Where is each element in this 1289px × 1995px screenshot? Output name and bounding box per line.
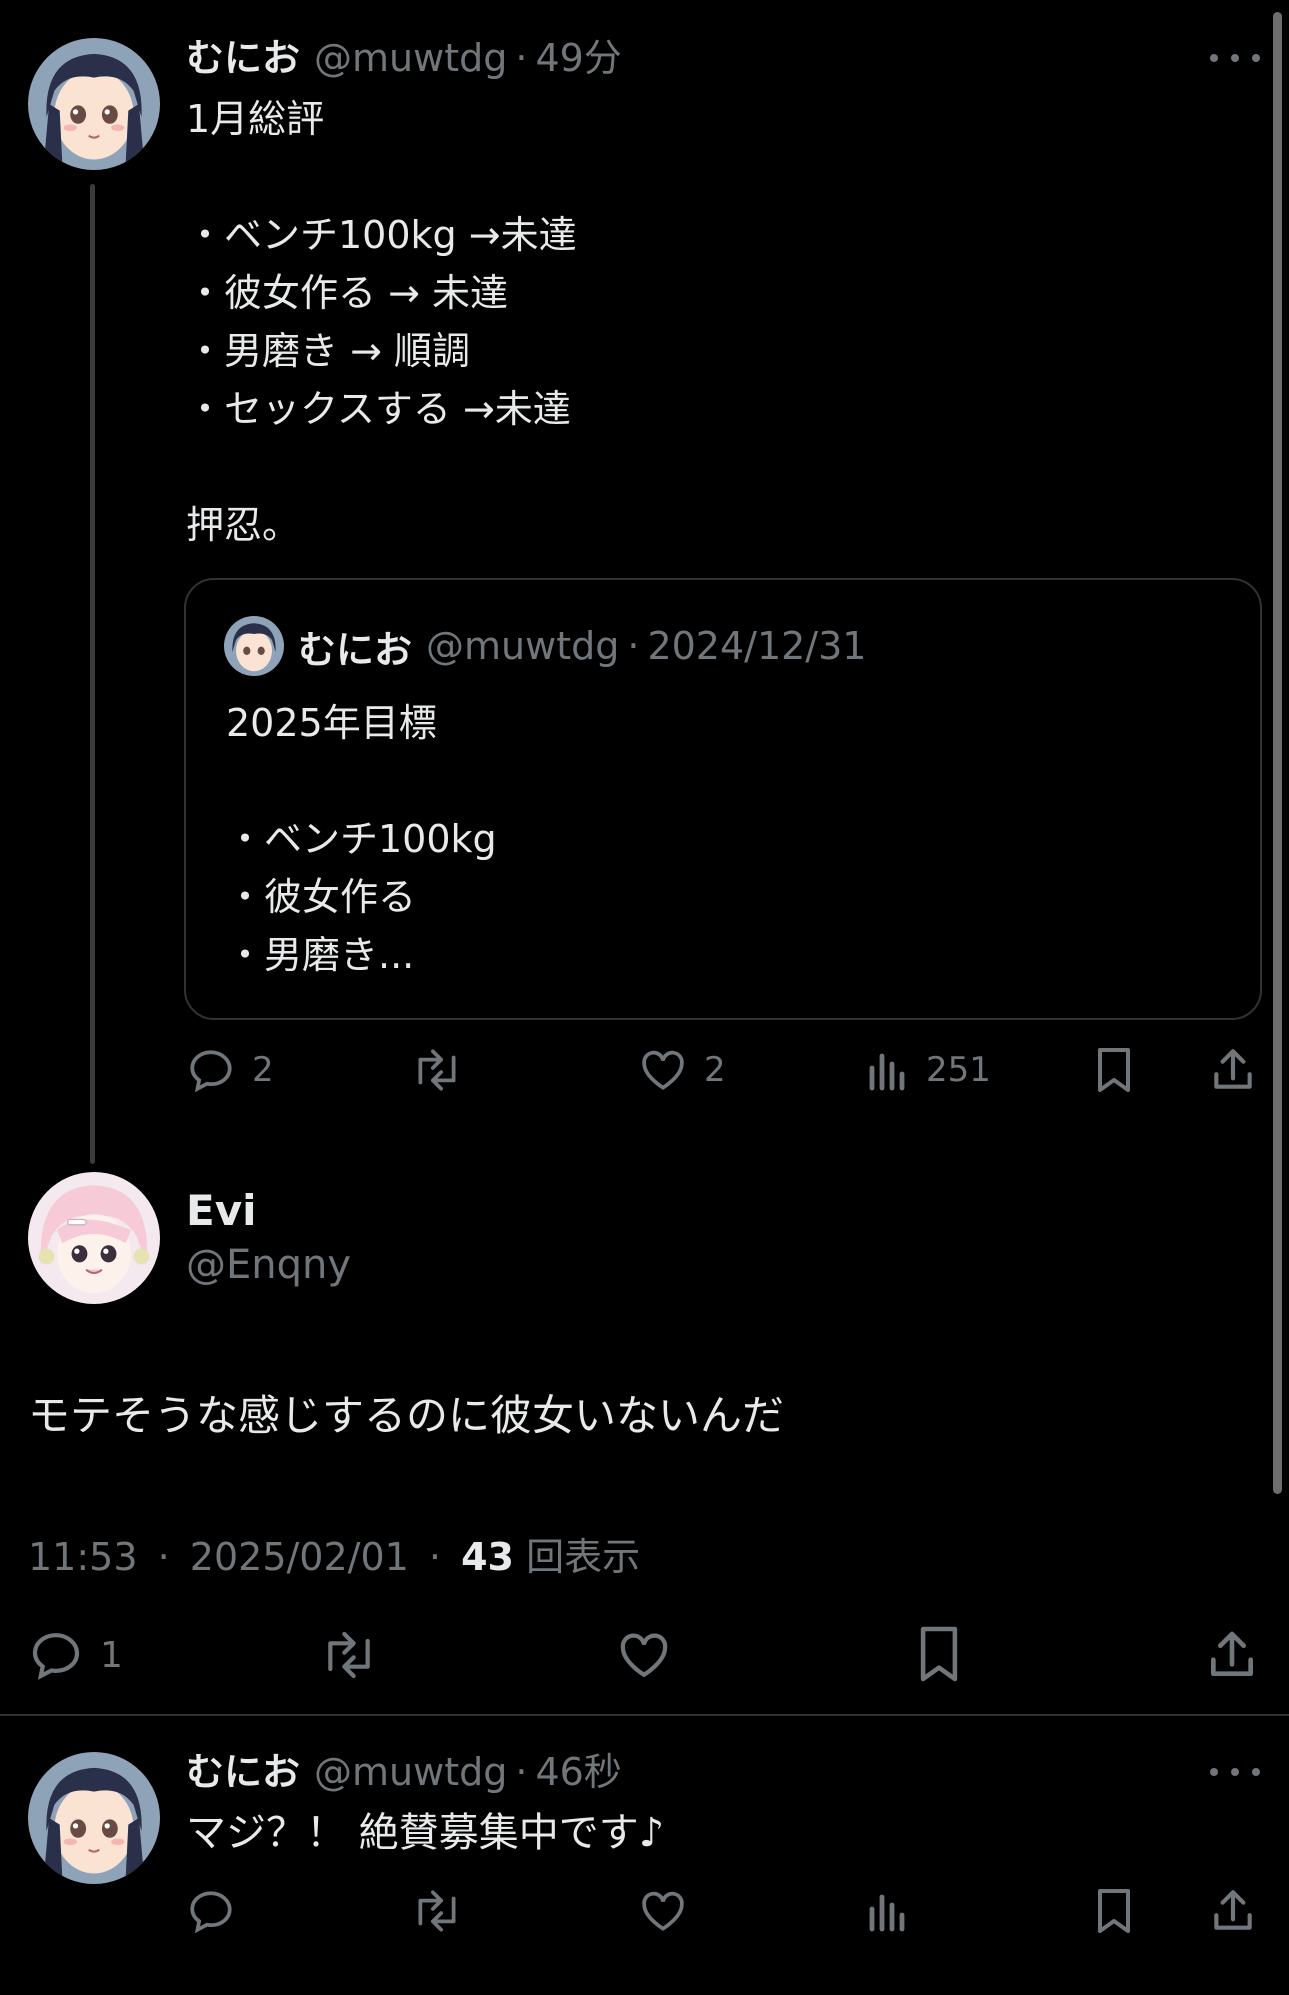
quote-line: ・ベンチ100kg (226, 817, 497, 861)
quoted-post-card[interactable]: むにお @muwtdg · 2024/12/31 2025年目標 ・ベンチ100… (184, 578, 1262, 1020)
quote-line: ・彼女作る (226, 875, 417, 919)
like-button[interactable] (638, 1886, 688, 1936)
separator: · (515, 1750, 528, 1794)
quoted-post-text: 2025年目標 ・ベンチ100kg ・彼女作る ・男磨き... (226, 694, 497, 984)
reply-count: 2 (252, 1050, 274, 1090)
quoted-avatar (224, 616, 284, 676)
views-label: 回表示 (526, 1535, 641, 1579)
quote-line (226, 752, 497, 810)
reply-icon (32, 1633, 80, 1680)
avatar-evi-image (28, 1172, 160, 1304)
post-time[interactable]: 11:53 (28, 1535, 138, 1579)
post-header: むにお @muwtdg · 46秒 (186, 1748, 622, 1796)
more-icon[interactable] (1210, 1762, 1260, 1782)
post-line: 1月総評 (186, 97, 325, 141)
retweet-button[interactable] (410, 1886, 464, 1936)
views-button[interactable]: 251 (866, 1045, 991, 1095)
quote-line: ・男磨き... (226, 933, 415, 977)
separator: · (157, 1535, 170, 1579)
quote-line: 2025年目標 (226, 701, 437, 745)
thread-connector-line (90, 184, 95, 1164)
retweet-button[interactable] (318, 1627, 380, 1683)
post-line: 押忍。 (186, 503, 301, 547)
share-icon (1214, 1890, 1252, 1930)
more-icon[interactable] (1210, 48, 1260, 68)
like-icon (642, 1891, 684, 1931)
share-button[interactable] (1204, 1627, 1260, 1683)
post-time[interactable]: 49分 (535, 34, 621, 82)
share-button[interactable] (1208, 1886, 1258, 1936)
separator: · (627, 624, 640, 668)
post-line: ・セックスする →未達 (186, 387, 571, 431)
quoted-date: 2024/12/31 (647, 624, 867, 668)
post-line (186, 148, 577, 206)
bookmark-icon (1098, 1889, 1130, 1933)
reply-button[interactable]: 1 (28, 1627, 123, 1683)
views-icon (869, 1053, 905, 1091)
post-meta: 11:53 · 2025/02/01 · 43 回表示 (28, 1526, 640, 1581)
reply-button[interactable]: 2 (186, 1045, 274, 1095)
views-count: 251 (926, 1050, 991, 1090)
reply-button[interactable] (186, 1886, 236, 1936)
quoted-post-header: むにお @muwtdg · 2024/12/31 (224, 616, 866, 676)
author-handle[interactable]: @muwtdg (314, 1748, 507, 1796)
retweet-icon (328, 1631, 370, 1679)
share-icon (1214, 1049, 1252, 1089)
share-button[interactable] (1208, 1045, 1258, 1095)
retweet-icon (418, 1049, 456, 1091)
thread-page: むにお @muwtdg · 49分 1月総評 ・ベンチ100kg →未達 ・彼女… (0, 0, 1289, 1995)
like-icon (620, 1633, 668, 1678)
author-name[interactable]: むにお (186, 34, 300, 82)
like-icon (642, 1050, 684, 1090)
author-name[interactable]: Evi (186, 1186, 256, 1235)
post-line: マジ？！ 絶賛募集中です♪ (186, 1810, 665, 1856)
bookmark-icon (920, 1626, 958, 1682)
post-text: モテそうな感じするのに彼女いないんだ (28, 1391, 785, 1440)
avatar-munio-image (28, 38, 160, 170)
quoted-author-name: むにお (298, 627, 413, 672)
post-text: 1月総評 ・ベンチ100kg →未達 ・彼女作る → 未達 ・男磨き → 順調 … (186, 90, 577, 554)
post-line (186, 438, 577, 496)
retweet-icon (418, 1890, 456, 1932)
bookmark-button[interactable] (914, 1624, 964, 1684)
reply-count: 1 (100, 1634, 123, 1676)
post-line: ・彼女作る → 未達 (186, 271, 508, 315)
post-date[interactable]: 2025/02/01 (190, 1535, 409, 1579)
separator: · (428, 1535, 442, 1579)
author-handle[interactable]: @muwtdg (314, 34, 507, 82)
quoted-author-handle: @muwtdg (426, 624, 620, 668)
like-button[interactable]: 2 (638, 1045, 726, 1095)
avatar[interactable] (28, 1172, 160, 1304)
views-icon (869, 1894, 905, 1932)
scrollbar[interactable] (1273, 12, 1282, 1494)
views-count[interactable]: 43 (461, 1535, 514, 1579)
bookmark-icon (1098, 1048, 1130, 1092)
like-button[interactable] (616, 1627, 672, 1683)
bookmark-button[interactable] (1092, 1886, 1136, 1936)
post-line: ・ベンチ100kg →未達 (186, 213, 577, 257)
post-line: ・男磨き → 順調 (186, 329, 470, 373)
reply-icon (190, 1891, 232, 1934)
separator: · (515, 36, 528, 80)
bookmark-button[interactable] (1092, 1045, 1136, 1095)
retweet-button[interactable] (410, 1045, 464, 1095)
like-count: 2 (704, 1050, 726, 1090)
post-text: マジ？！ 絶賛募集中です♪ (186, 1804, 664, 1862)
author-name[interactable]: むにお (186, 1748, 300, 1796)
divider (0, 1714, 1289, 1716)
author-handle[interactable]: @Enqny (186, 1242, 351, 1288)
post-header: むにお @muwtdg · 49分 (186, 34, 622, 82)
avatar-munio-image (28, 1752, 160, 1884)
reply-icon (190, 1050, 232, 1093)
views-button[interactable] (866, 1886, 910, 1936)
avatar[interactable] (28, 1752, 160, 1884)
post-time[interactable]: 46秒 (535, 1748, 621, 1796)
share-icon (1211, 1631, 1253, 1676)
avatar[interactable] (28, 38, 160, 170)
